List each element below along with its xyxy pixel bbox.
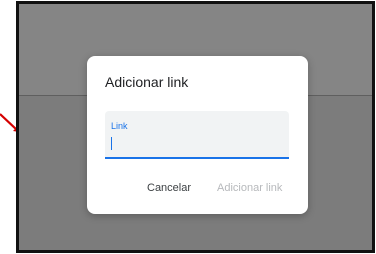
- cancel-button[interactable]: Cancelar: [147, 182, 191, 194]
- link-field[interactable]: Link: [105, 111, 289, 159]
- screenshot-canvas: Adicionar link Link Cancelar Adicionar l…: [0, 0, 376, 254]
- link-input[interactable]: [110, 136, 280, 154]
- add-link-button[interactable]: Adicionar link: [217, 182, 282, 194]
- app-window: Adicionar link Link Cancelar Adicionar l…: [16, 1, 375, 253]
- dialog-title: Adicionar link: [105, 74, 189, 90]
- add-link-dialog: Adicionar link Link Cancelar Adicionar l…: [87, 56, 308, 214]
- text-caret: [111, 137, 112, 150]
- link-field-label: Link: [111, 121, 128, 131]
